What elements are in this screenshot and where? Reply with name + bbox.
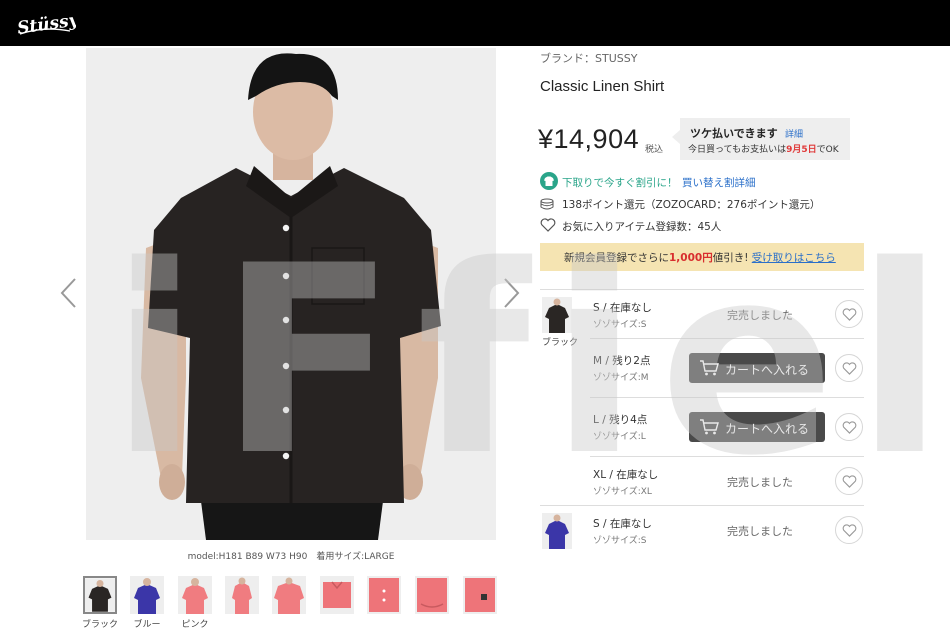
divider (590, 456, 864, 457)
site-header: Stüssy (0, 0, 950, 46)
divider (540, 289, 864, 290)
thumbnail-image[interactable] (463, 576, 497, 614)
cart-icon (700, 360, 719, 376)
deferred-payment-detail-link[interactable]: 詳細 (785, 127, 803, 140)
next-image-arrow-icon[interactable] (500, 276, 522, 310)
heart-outline-icon (842, 421, 857, 434)
brand-label[interactable]: ブランド：STUSSY (540, 50, 637, 66)
previous-image-arrow-icon[interactable] (58, 276, 80, 310)
size-stock-label: L / 残り4点 (593, 414, 648, 426)
favorite-button[interactable] (835, 354, 863, 382)
thumbnail-image[interactable] (130, 576, 164, 614)
zozo-size-label: ゾゾサイズ:S (593, 320, 647, 330)
divider (590, 397, 864, 398)
thumbnail-image[interactable] (225, 576, 259, 614)
deferred-payment-title: ツケ払いできます (690, 127, 778, 140)
favorite-button[interactable] (835, 467, 863, 495)
size-stock-label: M / 残り2点 (593, 355, 651, 367)
heart-outline-icon[interactable] (540, 218, 556, 232)
zozo-size-label: ゾゾサイズ:L (593, 432, 646, 442)
payment-due-date: 9月5日 (786, 145, 817, 155)
product-price: ¥14,904 (538, 124, 640, 154)
sold-out-label: 完売しました (727, 525, 793, 538)
trade-in-text: 下取りで今すぐ割引に！ (562, 177, 678, 189)
zozo-size-label: ゾゾサイズ:M (593, 373, 649, 383)
points-text: 138ポイント還元（ZOZOCARD：276ポイント還元） (562, 199, 821, 211)
zozo-size-label: ゾゾサイズ:XL (593, 487, 652, 497)
favorites-count-text: お気に入りアイテム登録数：45人 (562, 221, 722, 233)
product-main-image[interactable] (86, 48, 496, 540)
zozo-size-label: ゾゾサイズ:S (593, 536, 647, 546)
color-swatch[interactable] (542, 297, 572, 333)
thumbnail-image[interactable] (320, 576, 354, 614)
size-stock-label: XL / 在庫なし (593, 469, 659, 481)
divider (540, 505, 864, 506)
model-size-caption: model:H181 B89 W73 H90 着用サイズ:LARGE (187, 552, 395, 562)
shirt-badge-icon (540, 172, 558, 190)
thumbnail-label: ブラック (81, 620, 118, 630)
heart-outline-icon (842, 475, 857, 488)
cart-icon (700, 419, 719, 435)
thumbnail-label: ブルー (133, 620, 161, 630)
thumbnail-label: ピンク (181, 620, 209, 630)
size-stock-label: S / 在庫なし (593, 518, 652, 530)
add-to-cart-button[interactable]: カートへ入れる (689, 412, 825, 442)
thumbnail-image[interactable] (415, 576, 449, 614)
product-title: Classic Linen Shirt (540, 78, 665, 95)
discount-amount: 1,000円 (669, 252, 713, 264)
signup-discount-banner: 新規会員登録でさらに1,000円値引き! 受け取りはこちら (540, 243, 864, 271)
thumbnail-image[interactable] (272, 576, 306, 614)
favorite-button[interactable] (835, 300, 863, 328)
favorite-button[interactable] (835, 413, 863, 441)
heart-outline-icon (842, 362, 857, 375)
deferred-payment-note: 今日買ってもお支払いは9月5日でOK (688, 145, 839, 155)
signup-coupon-link[interactable]: 受け取りはこちら (752, 252, 836, 264)
divider (590, 338, 864, 339)
favorite-button[interactable] (835, 516, 863, 544)
sold-out-label: 完売しました (727, 309, 793, 322)
heart-outline-icon (842, 524, 857, 537)
heart-outline-icon (842, 308, 857, 321)
thumbnail-image[interactable] (178, 576, 212, 614)
size-stock-label: S / 在庫なし (593, 302, 652, 314)
thumbnail-image[interactable] (367, 576, 401, 614)
thumbnail-strip: ブラック ブルー ピンク (81, 576, 503, 632)
tax-label: 税込 (645, 145, 664, 155)
sold-out-label: 完売しました (727, 476, 793, 489)
stussy-logo[interactable]: Stüssy (14, 4, 76, 42)
add-to-cart-label: カートへ入れる (725, 422, 810, 436)
deferred-payment-box: ツケ払いできます 詳細 今日買ってもお支払いは9月5日でOK (672, 118, 850, 160)
color-name: ブラック (542, 338, 579, 348)
trade-in-detail-link[interactable]: 買い替え割詳細 (682, 175, 756, 190)
color-swatch[interactable] (542, 513, 572, 549)
coin-stack-icon (540, 198, 554, 210)
svg-text:Stüssy: Stüssy (16, 10, 76, 39)
add-to-cart-button[interactable]: カートへ入れる (689, 353, 825, 383)
thumbnail-image[interactable] (83, 576, 117, 614)
add-to-cart-label: カートへ入れる (725, 363, 810, 377)
